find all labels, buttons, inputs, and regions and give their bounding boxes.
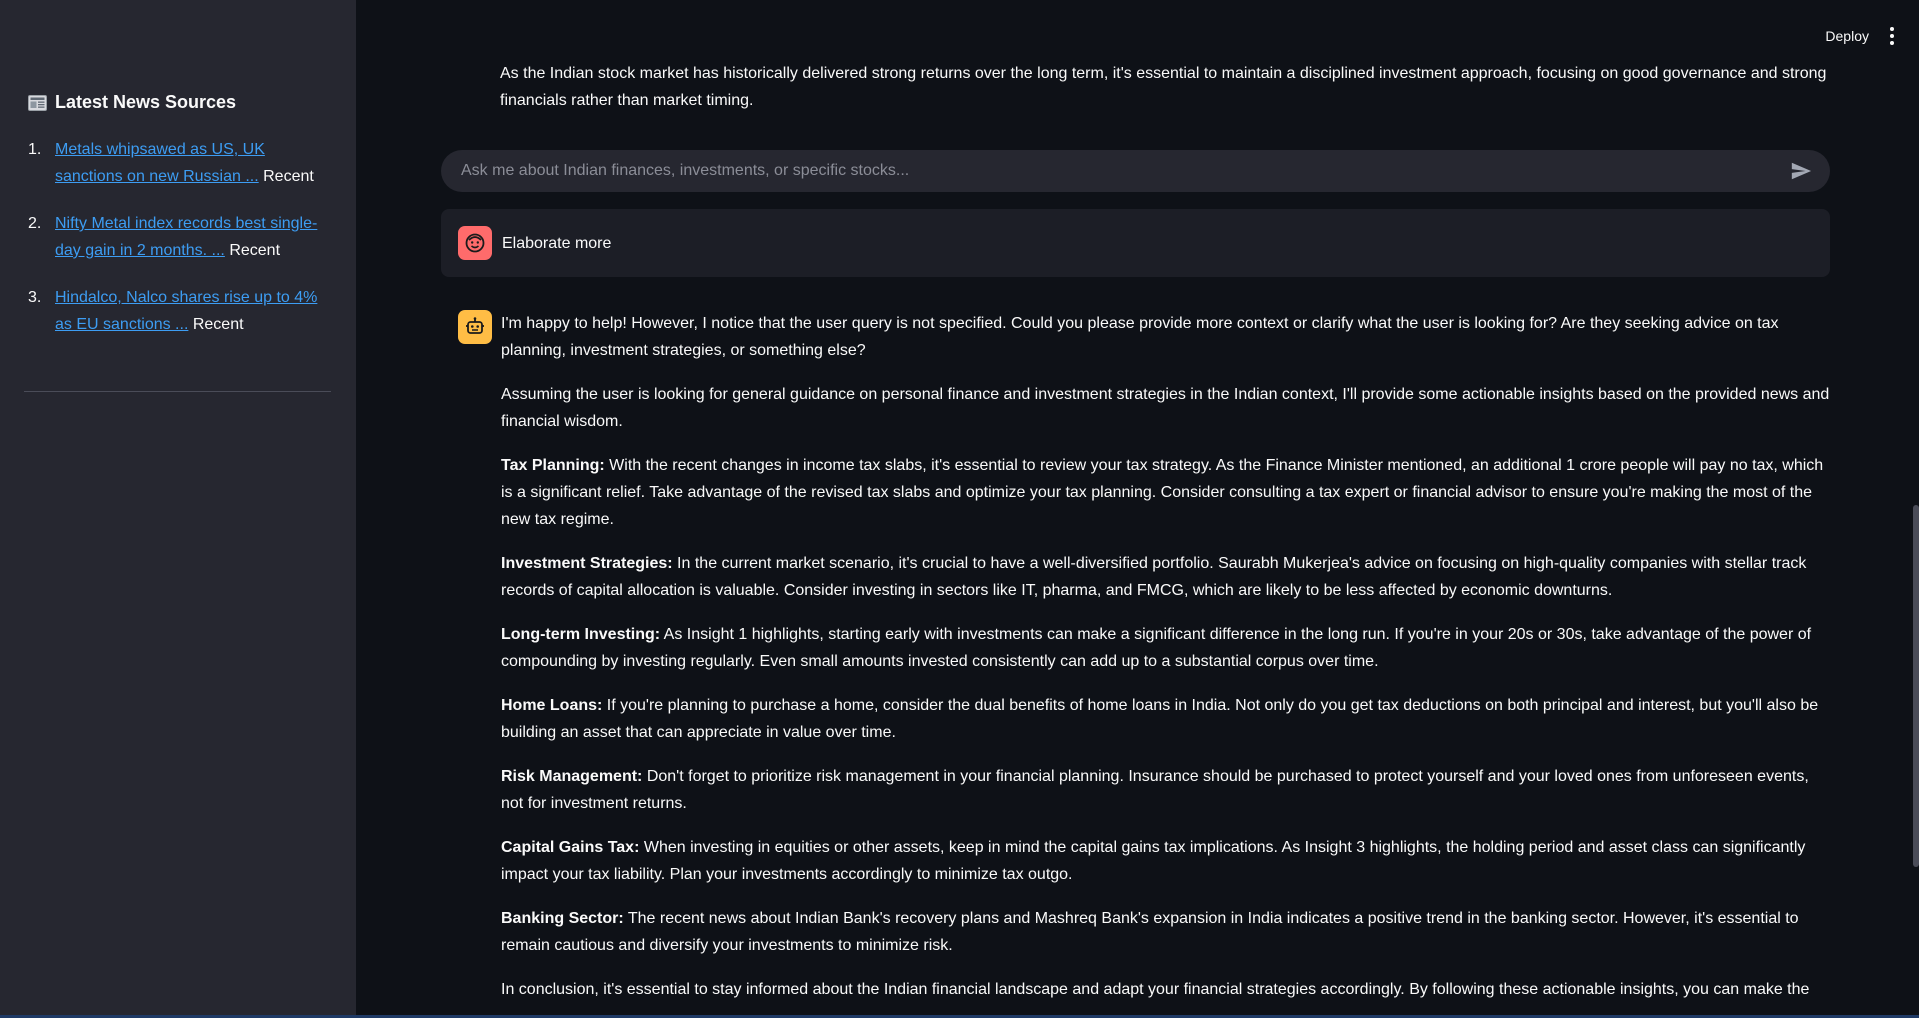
section-text: When investing in equities or other asse… bbox=[501, 839, 1806, 883]
section-title: Risk Management: bbox=[501, 768, 643, 785]
section-text: If you're planning to purchase a home, c… bbox=[501, 697, 1819, 741]
news-list: 1. Metals whipsawed as US, UK sanctions … bbox=[28, 136, 333, 358]
section-home-loans: Home Loans: If you're planning to purcha… bbox=[501, 692, 1830, 746]
section-text: In the current market scenario, it's cru… bbox=[501, 555, 1807, 599]
assistant-conclusion: In conclusion, it's essential to stay in… bbox=[501, 981, 1810, 998]
section-title: Long-term Investing: bbox=[501, 626, 661, 643]
section-banking-sector: Banking Sector: The recent news about In… bbox=[501, 905, 1830, 959]
kebab-menu-icon[interactable] bbox=[1889, 27, 1895, 45]
assistant-paragraph: Assuming the user is looking for general… bbox=[501, 386, 1830, 430]
news-item-number: 3. bbox=[28, 289, 42, 306]
news-item-number: 2. bbox=[28, 215, 42, 232]
assistant-message: I'm happy to help! However, I notice tha… bbox=[458, 310, 1830, 1018]
section-capital-gains-tax: Capital Gains Tax: When investing in equ… bbox=[501, 834, 1830, 888]
send-icon[interactable] bbox=[1790, 160, 1812, 182]
robot-icon bbox=[466, 317, 484, 334]
sidebar: Latest News Sources 1. Metals whipsawed … bbox=[0, 0, 356, 1018]
assistant-message-body: I'm happy to help! However, I notice tha… bbox=[501, 310, 1830, 1018]
news-item: 1. Metals whipsawed as US, UK sanctions … bbox=[28, 136, 333, 190]
news-item-number: 1. bbox=[28, 141, 42, 158]
news-item: 3. Hindalco, Nalco shares rise up to 4% … bbox=[28, 284, 333, 338]
user-avatar bbox=[458, 226, 492, 260]
section-text: The recent news about Indian Bank's reco… bbox=[501, 910, 1799, 954]
chat-input-box[interactable] bbox=[441, 150, 1830, 192]
user-message-text: Elaborate more bbox=[502, 234, 612, 252]
news-item-tag: Recent bbox=[229, 242, 281, 259]
section-tax-planning: Tax Planning: With the recent changes in… bbox=[501, 452, 1830, 533]
news-item-link[interactable]: Hindalco, Nalco shares rise up to 4% as … bbox=[55, 289, 317, 333]
section-title: Capital Gains Tax: bbox=[501, 839, 640, 856]
section-risk-management: Risk Management: Don't forget to priorit… bbox=[501, 763, 1830, 817]
section-title: Tax Planning: bbox=[501, 457, 605, 474]
section-text: Don't forget to prioritize risk manageme… bbox=[501, 768, 1809, 812]
news-item-tag: Recent bbox=[263, 168, 314, 185]
assistant-paragraph: I'm happy to help! However, I notice tha… bbox=[501, 315, 1779, 359]
chat-input[interactable] bbox=[459, 161, 1790, 181]
previous-response-tail: As the Indian stock market has historica… bbox=[500, 65, 1827, 109]
app: Latest News Sources 1. Metals whipsawed … bbox=[0, 0, 1919, 1018]
deploy-button[interactable]: Deploy bbox=[1823, 24, 1871, 48]
section-investment-strategies: Investment Strategies: In the current ma… bbox=[501, 550, 1830, 604]
news-item-tag: Recent bbox=[192, 316, 244, 333]
user-message: Elaborate more bbox=[441, 209, 1830, 277]
smiley-face-icon bbox=[465, 233, 485, 253]
main-scrollbar[interactable] bbox=[1913, 505, 1919, 867]
news-item-link[interactable]: Metals whipsawed as US, UK sanctions on … bbox=[55, 141, 265, 185]
section-text: With the recent changes in income tax sl… bbox=[501, 457, 1824, 528]
assistant-avatar bbox=[458, 310, 492, 344]
newspaper-icon bbox=[28, 94, 47, 111]
news-item: 2. Nifty Metal index records best single… bbox=[28, 210, 333, 264]
section-title: Banking Sector: bbox=[501, 910, 624, 927]
section-long-term-investing: Long-term Investing: As Insight 1 highli… bbox=[501, 621, 1830, 675]
section-text: As Insight 1 highlights, starting early … bbox=[501, 626, 1812, 670]
sidebar-heading-text: Latest News Sources bbox=[55, 92, 237, 112]
news-sources-heading: Latest News Sources bbox=[28, 92, 236, 113]
section-title: Home Loans: bbox=[501, 697, 603, 714]
sidebar-divider bbox=[24, 391, 331, 392]
section-title: Investment Strategies: bbox=[501, 555, 673, 572]
header-actions: Deploy bbox=[1823, 24, 1895, 48]
